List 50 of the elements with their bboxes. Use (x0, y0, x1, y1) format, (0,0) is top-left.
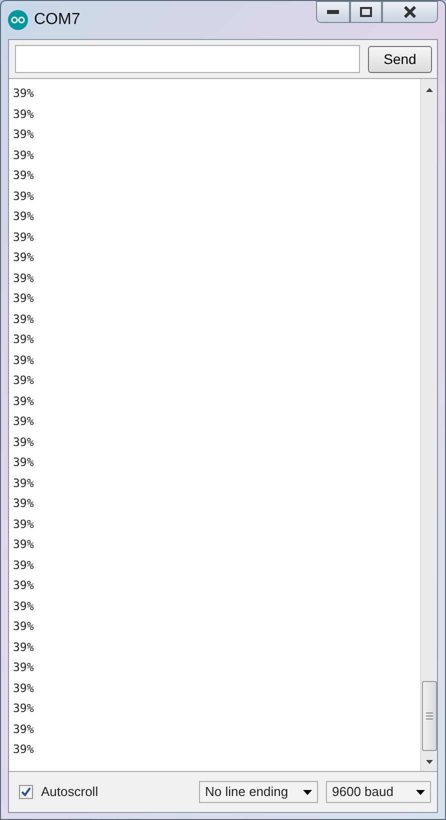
autoscroll-checkbox[interactable] (19, 785, 33, 799)
output-line: 39% (13, 167, 34, 184)
output-line: 39% (13, 700, 34, 717)
output-line: 39% (13, 270, 34, 286)
send-button[interactable]: Send (368, 46, 432, 72)
output-line: 39% (13, 638, 34, 656)
line-ending-dropdown[interactable]: No line ending (199, 781, 318, 803)
output-line: 39% (13, 249, 34, 266)
output-line: 39% (13, 413, 34, 430)
output-line: 39% (13, 618, 34, 635)
app-logo-icon (8, 10, 28, 30)
output-line: 39% (13, 720, 34, 738)
output-line: 39% (13, 331, 34, 348)
maximize-icon (360, 7, 372, 17)
close-icon (403, 6, 417, 18)
output-line: 39% (13, 126, 34, 143)
output-line: 39% (13, 556, 34, 574)
close-button[interactable] (382, 1, 438, 23)
output-line: 39% (13, 598, 34, 614)
output-line: 39% (13, 188, 34, 204)
scrollbar-thumb[interactable] (422, 681, 436, 751)
output-line: 39% (13, 474, 34, 492)
output-line: 39% (13, 208, 34, 225)
output-line: 39% (13, 454, 34, 471)
output-line: 39% (13, 741, 34, 758)
baud-rate-dropdown[interactable]: 9600 baud (326, 781, 431, 803)
output-line: 39% (13, 659, 34, 676)
output-line: 39% (13, 310, 34, 328)
caret-icon (416, 789, 425, 795)
output-line: 39% (13, 434, 34, 450)
output-line: 39% (13, 228, 34, 246)
minimize-button[interactable] (316, 1, 350, 23)
output-line: 39% (13, 392, 34, 410)
output-line: 39% (13, 680, 34, 696)
output-line: 39% (13, 146, 34, 164)
output-line: 39% (13, 352, 34, 368)
output-line: 39% (13, 495, 34, 512)
output-line: 39% (13, 516, 34, 532)
autoscroll-label: Autoscroll (41, 783, 98, 802)
minimize-icon (327, 10, 339, 14)
output-line: 39% (13, 106, 34, 122)
maximize-button[interactable] (350, 1, 382, 23)
output-line: 39% (13, 577, 34, 594)
window-title: COM7 (34, 10, 80, 30)
output-line: 39% (13, 372, 34, 389)
message-input-field[interactable] (15, 45, 360, 73)
output-line: 39% (13, 290, 34, 307)
caret-icon (303, 789, 312, 795)
output-line: 39% (13, 536, 34, 553)
output-line: 39% (13, 85, 34, 102)
